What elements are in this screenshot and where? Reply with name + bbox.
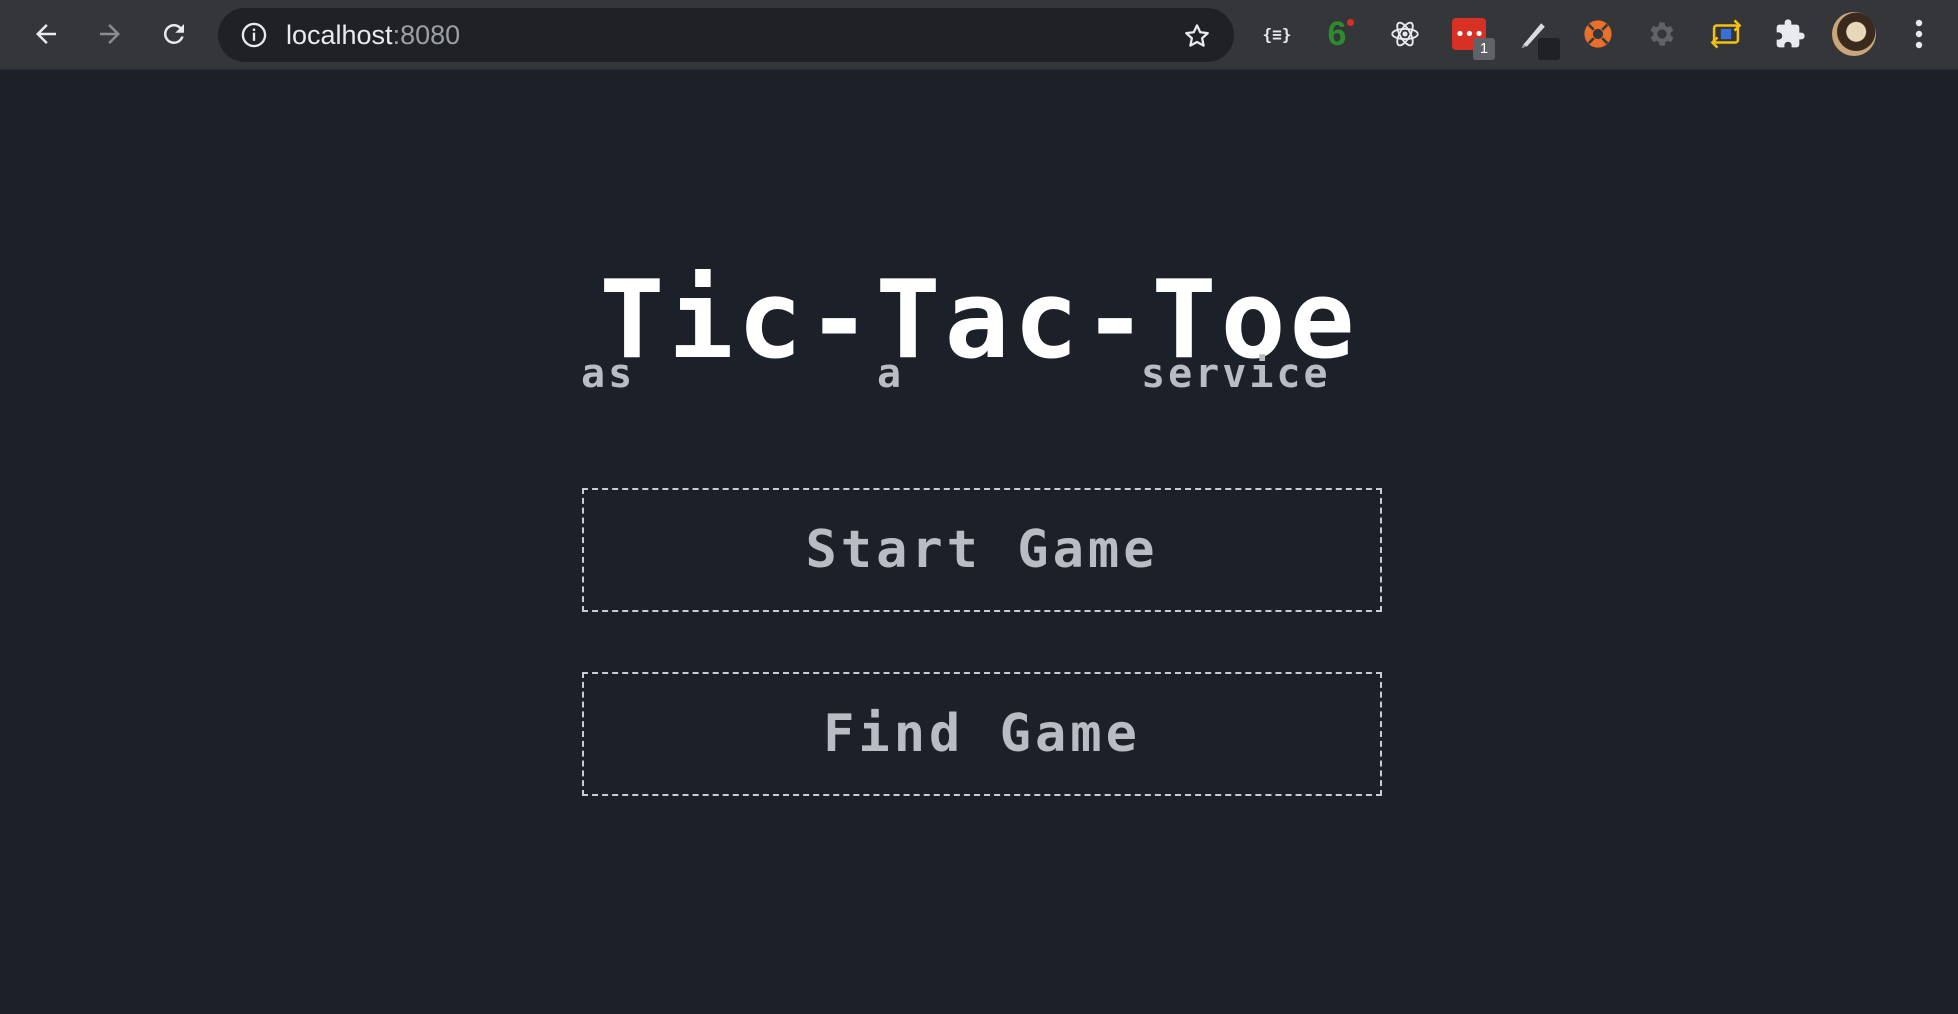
profile-avatar[interactable] — [1832, 12, 1876, 56]
pen-extension-dot-badge — [1538, 38, 1560, 60]
address-bar[interactable]: localhost:8080 — [218, 8, 1234, 62]
pen-extension[interactable] — [1514, 14, 1560, 60]
subtitle-word-as: as — [581, 351, 636, 397]
find-game-label: Find Game — [823, 704, 1141, 764]
url-port: :8080 — [392, 20, 461, 50]
bookmark-star-icon[interactable] — [1182, 21, 1212, 51]
url-text[interactable]: localhost:8080 — [286, 20, 460, 50]
page-content: Tic-Tac-Toe as a service Start Game Find… — [0, 71, 1958, 1014]
lifebuoy-icon — [1584, 20, 1612, 48]
react-devtools-extension[interactable] — [1385, 14, 1425, 54]
kebab-menu-icon[interactable] — [1904, 14, 1934, 54]
orange-extension[interactable] — [1578, 14, 1618, 54]
gear-icon — [1650, 22, 1674, 46]
reload-button[interactable] — [150, 10, 198, 58]
six-extension-label: 6 — [1327, 14, 1355, 53]
page-title: Tic-Tac-Toe — [599, 258, 1359, 383]
info-icon[interactable] — [240, 21, 268, 49]
json-formatter-extension[interactable]: {≡} — [1257, 14, 1297, 54]
arrow-right-icon — [100, 24, 120, 44]
dots-extension-badge: 1 — [1473, 38, 1495, 60]
puzzle-piece-icon — [1776, 19, 1805, 48]
six-extension[interactable]: 6 — [1317, 14, 1357, 54]
browser-toolbar: localhost:8080 {≡} 6 ••• 1 — [0, 0, 1958, 70]
subtitle-word-service: service — [1141, 351, 1331, 397]
find-game-button[interactable]: Find Game — [582, 672, 1382, 796]
back-button[interactable] — [22, 10, 70, 58]
arrow-left-icon — [36, 24, 56, 44]
settings-extension[interactable] — [1642, 14, 1682, 54]
subtitle-word-a: a — [877, 351, 905, 397]
extensions-menu-button[interactable] — [1770, 14, 1810, 54]
url-host: localhost — [286, 20, 393, 50]
json-formatter-label: {≡} — [1262, 24, 1292, 44]
start-game-label: Start Game — [805, 520, 1159, 580]
start-game-button[interactable]: Start Game — [582, 488, 1382, 612]
dots-extension[interactable]: ••• 1 — [1449, 14, 1495, 60]
forward-button[interactable] — [86, 10, 134, 58]
reload-icon — [163, 23, 184, 44]
redux-extension[interactable] — [1706, 14, 1746, 54]
react-atom-icon — [1391, 21, 1419, 47]
sync-arrows-icon — [1710, 19, 1742, 49]
